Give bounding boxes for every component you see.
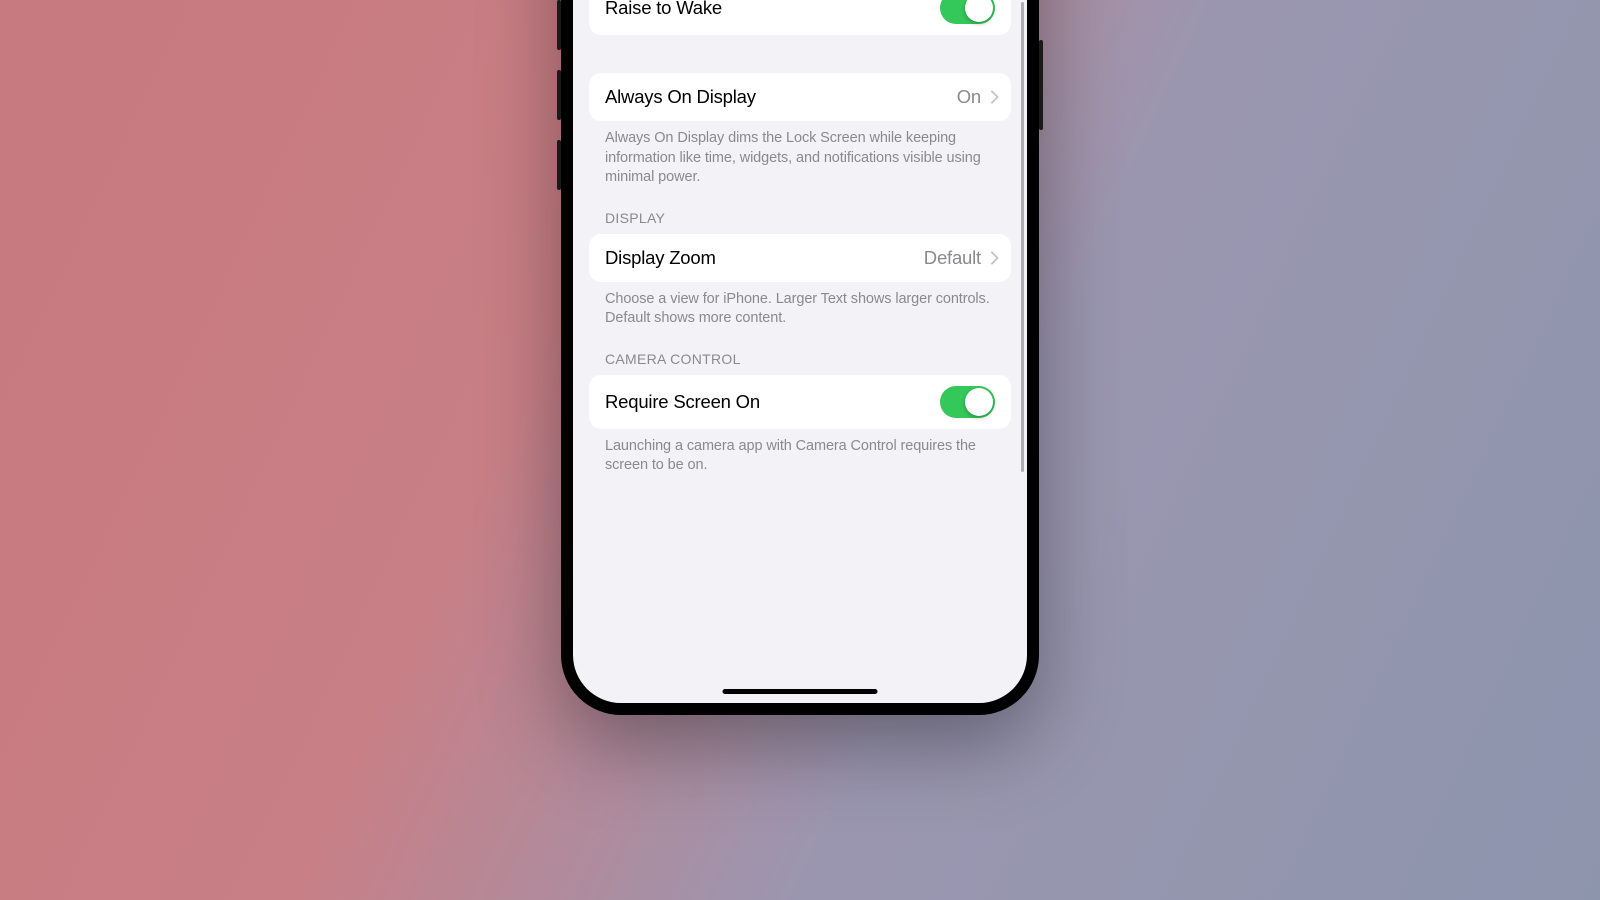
header-display: DISPLAY bbox=[589, 188, 1011, 234]
spacer bbox=[589, 35, 1011, 73]
group-require-screen-on: Require Screen On bbox=[589, 375, 1011, 429]
label-display-zoom: Display Zoom bbox=[605, 247, 924, 269]
desc-require-screen-on: Launching a camera app with Camera Contr… bbox=[589, 429, 1011, 476]
chevron-right-icon bbox=[987, 90, 995, 104]
scrollbar[interactable] bbox=[1021, 2, 1024, 472]
desc-always-on: Always On Display dims the Lock Screen w… bbox=[589, 121, 1011, 188]
settings-content: Night Shift Off Auto-Lock 2 minutes bbox=[589, 0, 1011, 476]
phone-frame: Night Shift Off Auto-Lock 2 minutes bbox=[561, 0, 1039, 715]
row-always-on-display[interactable]: Always On Display On bbox=[589, 73, 1011, 121]
chevron-right-icon bbox=[987, 251, 995, 265]
row-require-screen-on: Require Screen On bbox=[589, 375, 1011, 429]
toggle-knob bbox=[965, 0, 993, 22]
label-always-on: Always On Display bbox=[605, 86, 957, 108]
label-require-screen-on: Require Screen On bbox=[605, 391, 940, 413]
header-camera-control: CAMERA CONTROL bbox=[589, 329, 1011, 375]
group-display-zoom: Display Zoom Default bbox=[589, 234, 1011, 282]
desc-display-zoom: Choose a view for iPhone. Larger Text sh… bbox=[589, 282, 1011, 329]
value-display-zoom: Default bbox=[924, 247, 981, 269]
group-always-on: Always On Display On bbox=[589, 73, 1011, 121]
toggle-raise-to-wake[interactable] bbox=[940, 0, 995, 24]
row-display-zoom[interactable]: Display Zoom Default bbox=[589, 234, 1011, 282]
row-raise-to-wake: Raise to Wake bbox=[589, 0, 1011, 35]
value-always-on: On bbox=[957, 86, 981, 108]
home-indicator[interactable] bbox=[723, 689, 878, 694]
label-raise-to-wake: Raise to Wake bbox=[605, 0, 940, 19]
settings-scroll[interactable]: Night Shift Off Auto-Lock 2 minutes bbox=[573, 0, 1027, 703]
group-auto-lock: Auto-Lock 2 minutes Raise to Wake bbox=[589, 0, 1011, 35]
toggle-knob bbox=[965, 388, 993, 416]
phone-screen: Night Shift Off Auto-Lock 2 minutes bbox=[573, 0, 1027, 703]
stage: Night Shift Off Auto-Lock 2 minutes bbox=[0, 0, 1600, 900]
toggle-require-screen-on[interactable] bbox=[940, 386, 995, 418]
